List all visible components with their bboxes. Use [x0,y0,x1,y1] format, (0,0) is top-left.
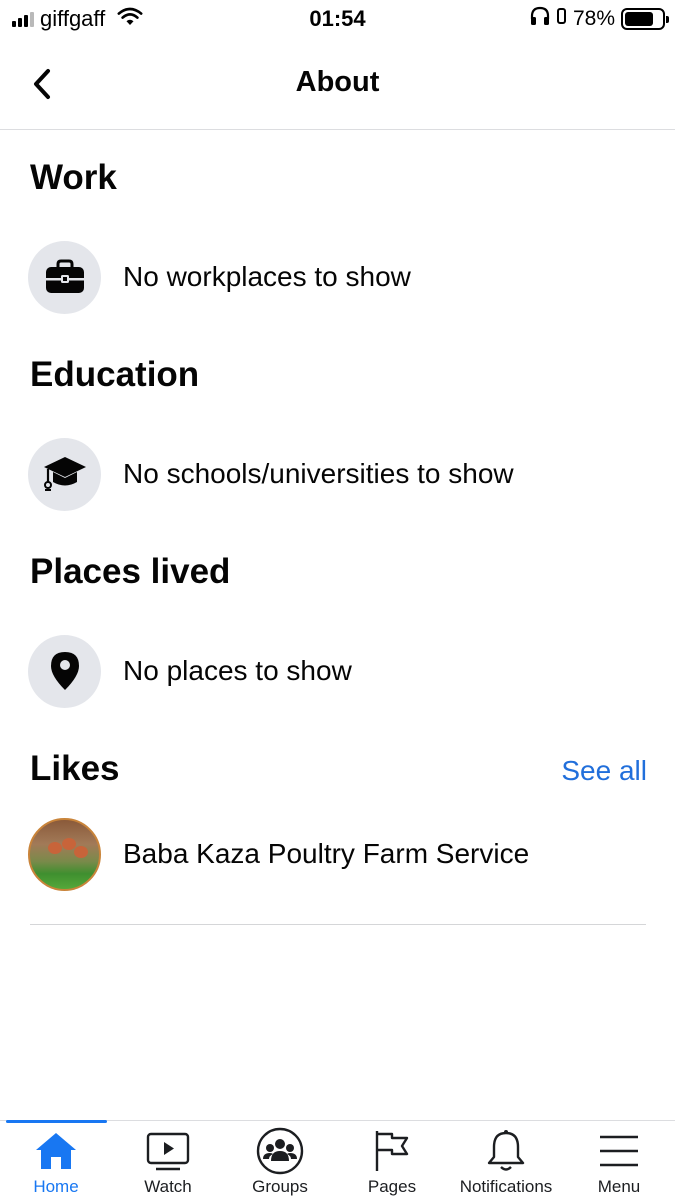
education-empty-text: No schools/universities to show [123,458,514,489]
like-item-name: Baba Kaza Poultry Farm Service [123,838,530,869]
education-icon-circle [28,437,101,511]
see-all-link[interactable]: See all [561,755,647,787]
home-icon [34,1129,78,1173]
briefcase-icon [45,259,84,293]
tab-bar: Home Watch Groups Pages Notifications Me… [0,1120,675,1200]
work-empty-text: No workplaces to show [123,261,411,292]
tab-label-pages: Pages [367,1177,417,1196]
groups-icon [256,1127,304,1175]
headphones-icon [529,6,551,31]
page-avatar [28,817,101,891]
work-row: No workplaces to show [28,240,411,314]
divider [30,924,646,925]
tab-label-home: Home [33,1177,79,1196]
tab-label-notifications: Notifications [459,1177,553,1196]
work-icon-circle [28,240,101,314]
education-heading: Education [30,355,200,394]
tab-label-menu: Menu [597,1177,641,1196]
active-tab-indicator [6,1120,107,1123]
likes-heading: Likes [30,749,120,788]
hamburger-menu-icon [598,1129,640,1173]
like-item[interactable]: Baba Kaza Poultry Farm Service [28,817,529,891]
watch-video-icon [146,1129,190,1173]
tab-groups[interactable]: Groups [224,1127,336,1199]
places-row: No places to show [28,634,352,708]
graduation-cap-icon [43,457,86,491]
location-pin-icon [50,652,79,690]
work-heading: Work [30,158,117,197]
tab-label-watch: Watch [144,1177,192,1196]
bell-icon [486,1129,526,1173]
battery-percent: 78% [572,6,615,30]
tab-home[interactable]: Home [0,1129,112,1199]
tab-notifications[interactable]: Notifications [448,1129,564,1199]
nav-header: About [0,38,675,130]
battery-icon [621,7,669,30]
status-bar: giffgaff 01:54 78% [0,0,675,38]
places-heading: Places lived [30,552,231,591]
tab-label-groups: Groups [252,1177,308,1196]
page-title: About [295,66,380,98]
orientation-lock-icon [556,6,567,31]
battery-fill [625,11,654,26]
tab-menu[interactable]: Menu [563,1129,675,1199]
places-empty-text: No places to show [123,655,352,686]
tab-pages[interactable]: Pages [336,1129,448,1199]
status-right: 78% [529,6,669,31]
tab-watch[interactable]: Watch [112,1129,224,1199]
flag-icon [372,1129,412,1173]
places-icon-circle [28,634,101,708]
education-row: No schools/universities to show [28,437,514,511]
